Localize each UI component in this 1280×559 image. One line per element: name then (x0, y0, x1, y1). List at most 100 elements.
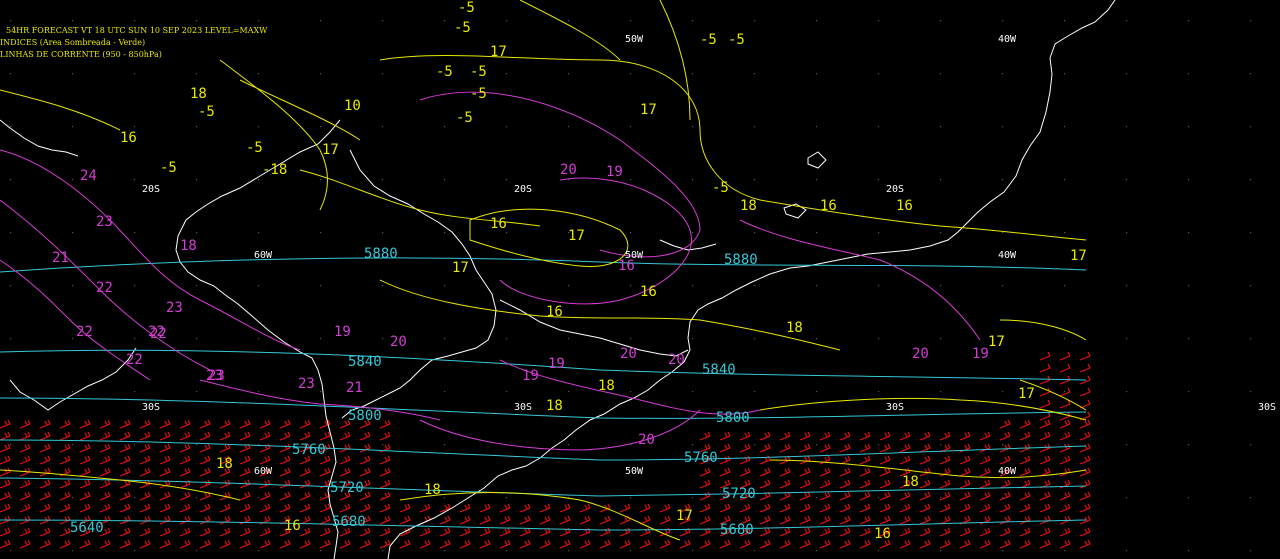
wind-barb (0, 527, 11, 537)
grid-dot (258, 285, 260, 287)
geopotential-label: 5840 (702, 362, 736, 378)
isotherm-label: 16 (546, 304, 563, 320)
wind-barb (1039, 503, 1051, 513)
grid-dot (816, 179, 818, 181)
grid-dot (1126, 73, 1128, 75)
wind-barb (59, 455, 71, 465)
isotherm-label: -5 (728, 32, 745, 48)
humidity-label: 18 (180, 238, 197, 254)
wind-barb (79, 419, 91, 429)
wind-barb (1039, 491, 1051, 501)
grid-dot (1250, 550, 1252, 552)
grid-dot (630, 73, 632, 75)
wind-barb (799, 479, 811, 489)
wind-barb (119, 443, 131, 453)
wind-barb (219, 479, 231, 489)
wind-barb (939, 515, 951, 525)
grid-label: 30S (886, 402, 904, 413)
wind-barb (259, 491, 271, 501)
grid-dot (196, 550, 198, 552)
wind-barb (859, 503, 871, 513)
wind-barb (19, 443, 31, 453)
wind-barb (239, 491, 251, 501)
wind-barb (899, 443, 911, 453)
grid-dot (940, 444, 942, 446)
wind-barb (339, 443, 351, 453)
grid-dot (506, 391, 508, 393)
wind-barb (759, 539, 771, 549)
wind-barb (999, 503, 1011, 513)
grid-dot (320, 232, 322, 234)
wind-barb (939, 539, 951, 549)
isotherm-label: 18 (786, 320, 803, 336)
wind-barb (259, 431, 271, 441)
wind-barb (59, 539, 71, 549)
grid-dot (134, 179, 136, 181)
wind-barb (839, 455, 851, 465)
grid-dot (754, 550, 756, 552)
wind-barb (619, 527, 631, 537)
grid-dot (1064, 73, 1066, 75)
wind-barb (939, 431, 951, 441)
grid-dot (630, 338, 632, 340)
isotherm-label: 18 (598, 378, 615, 394)
grid-dot (258, 126, 260, 128)
wind-barb (1079, 479, 1091, 489)
grid-dot (72, 285, 74, 287)
wind-barb (559, 539, 571, 549)
wind-barb (279, 443, 291, 453)
wind-barb (999, 539, 1011, 549)
grid-dot (940, 497, 942, 499)
wind-barb (119, 455, 131, 465)
grid-dot (878, 73, 880, 75)
wind-barb (119, 527, 131, 537)
wind-barb (479, 515, 491, 525)
humidity-label: 23 (298, 376, 315, 392)
wind-barb (939, 527, 951, 537)
wind-barb (1059, 503, 1071, 513)
humidity-label: 16 (618, 258, 635, 274)
grid-dot (1250, 20, 1252, 22)
grid-dot (568, 73, 570, 75)
grid-dot (630, 232, 632, 234)
wind-barb (799, 539, 811, 549)
grid-dot (1250, 391, 1252, 393)
grid-label: 20S (514, 184, 532, 195)
geopotential-label: 5720 (330, 480, 364, 496)
grid-dot (816, 73, 818, 75)
wind-barb (119, 491, 131, 501)
wind-barb (59, 419, 71, 429)
wind-barb (739, 443, 751, 453)
grid-dot (1126, 338, 1128, 340)
grid-dot (692, 497, 694, 499)
grid-dot (1064, 232, 1066, 234)
wind-barb (179, 431, 191, 441)
grid-dot (568, 126, 570, 128)
grid-dot (816, 497, 818, 499)
wind-barb (19, 431, 31, 441)
wind-barb (1079, 539, 1091, 549)
wind-barb (919, 539, 931, 549)
wind-barb (439, 539, 451, 549)
grid-dot (258, 391, 260, 393)
wind-barb (839, 491, 851, 501)
isotherm-label: -5 (246, 140, 263, 156)
grid-dot (10, 550, 12, 552)
wind-barb (199, 455, 211, 465)
wind-barb (859, 431, 871, 441)
map-labels: 54HR FORECAST VT 18 UTC SUN 10 SEP 2023 … (0, 0, 1276, 542)
wind-barb (199, 539, 211, 549)
grid-dot (940, 232, 942, 234)
humidity-label: 23 (166, 300, 183, 316)
grid-dot (444, 550, 446, 552)
wind-barb (39, 527, 51, 537)
wind-barb (159, 527, 171, 537)
grid-dot (320, 391, 322, 393)
grid-label: 40W (998, 34, 1017, 45)
wind-barb (179, 515, 191, 525)
wind-barb (819, 515, 831, 525)
grid-label: 30S (514, 402, 532, 413)
wind-barb (1039, 527, 1051, 537)
isotherm-label: 17 (1018, 386, 1035, 402)
grid-dot (72, 126, 74, 128)
